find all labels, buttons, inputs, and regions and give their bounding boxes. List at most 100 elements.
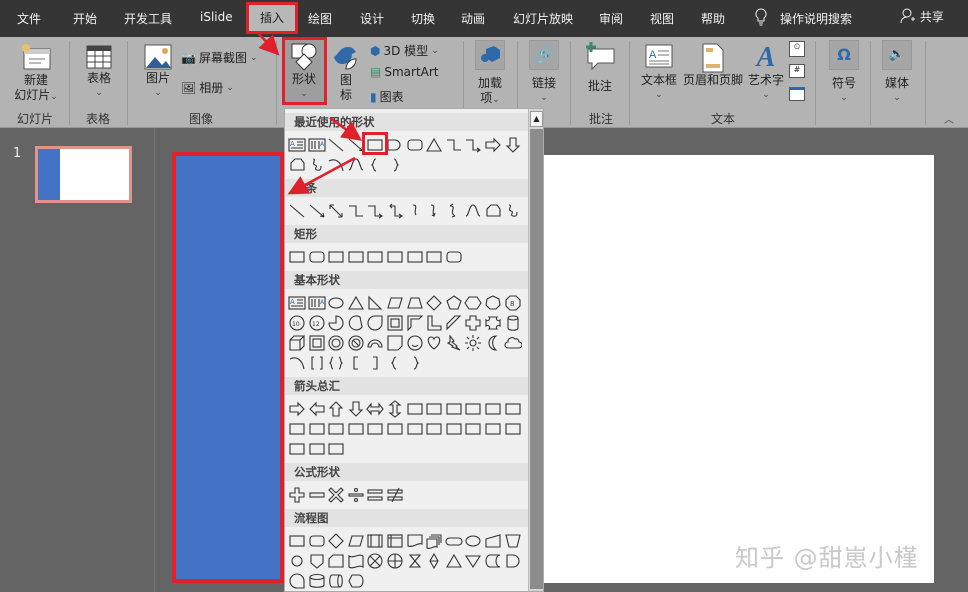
picture-button[interactable]: 图片 ⌄ — [140, 43, 176, 101]
slide-thumbnail[interactable] — [35, 146, 132, 203]
arrow-uturn-shape-icon[interactable] — [464, 400, 484, 420]
smiley-shape-icon[interactable] — [406, 334, 426, 354]
chord-shape-icon[interactable] — [347, 314, 367, 334]
dodecagon-shape-icon[interactable]: 12 — [308, 314, 328, 334]
bracket-pair-shape-icon[interactable] — [308, 354, 328, 374]
symbol-button[interactable]: Ω 符号 ⌄ — [827, 40, 861, 106]
no-symbol-shape-icon[interactable] — [347, 334, 367, 354]
bracket-r-shape-icon[interactable] — [366, 354, 386, 374]
slide-number-button[interactable]: # — [789, 64, 805, 78]
arrow-up-shape-icon[interactable] — [327, 400, 347, 420]
down-triangle-shape-icon[interactable] — [464, 552, 484, 572]
vtextbox-shape-icon[interactable]: A — [308, 294, 328, 314]
ellipse-shape-icon[interactable] — [464, 532, 484, 552]
pentagon-arrow-shape-icon[interactable] — [406, 420, 426, 440]
brace-pair-shape-icon[interactable] — [327, 354, 347, 374]
round-rect-shape-icon[interactable] — [308, 532, 328, 552]
round1-shape-icon[interactable] — [386, 248, 406, 268]
manual-input-shape-icon[interactable] — [484, 532, 504, 552]
link-button[interactable]: 🔗 链接 ⌄ — [527, 40, 561, 106]
equal-shape-icon[interactable] — [366, 486, 386, 506]
new-slide-button[interactable]: 新建 幻灯片⌄ — [8, 43, 64, 105]
arrow-curve-r-shape-icon[interactable] — [288, 420, 308, 440]
pie-shape-icon[interactable] — [327, 314, 347, 334]
double-arrow-shape-icon[interactable] — [327, 202, 347, 222]
tab-view[interactable]: 视图 — [650, 10, 674, 27]
seq-access-shape-icon[interactable] — [288, 572, 308, 591]
not-equal-shape-icon[interactable] — [386, 486, 406, 506]
diag-stripe-shape-icon[interactable] — [445, 314, 465, 334]
l-shape-shape-icon[interactable] — [425, 314, 445, 334]
tab-developer[interactable]: 开发工具 — [124, 10, 172, 27]
arrow-bentup-shape-icon[interactable] — [504, 400, 524, 420]
multidoc-shape-icon[interactable] — [425, 532, 445, 552]
ellipse-half-shape-icon[interactable] — [386, 136, 406, 156]
divide-shape-icon[interactable] — [347, 486, 367, 506]
tape-shape-icon[interactable] — [347, 552, 367, 572]
textbox-button[interactable]: A 文本框 ⌄ — [638, 43, 680, 103]
media-button[interactable]: 🔈 媒体 ⌄ — [880, 40, 914, 106]
round2-shape-icon[interactable] — [406, 248, 426, 268]
elbow-double-shape-icon[interactable] — [386, 202, 406, 222]
table-button[interactable]: 表格 ⌄ — [78, 43, 120, 101]
tab-islide[interactable]: iSlide — [200, 10, 233, 24]
arrow-curve-l-shape-icon[interactable] — [308, 420, 328, 440]
tab-insert[interactable]: 插入 — [246, 2, 298, 34]
elbow-arrow-shape-icon[interactable] — [464, 136, 484, 156]
arrow-down-shape-icon[interactable] — [347, 400, 367, 420]
bracket-l-shape-icon[interactable] — [347, 354, 367, 374]
diamond-shape-icon[interactable] — [425, 294, 445, 314]
comment-button[interactable]: 批注 — [582, 41, 618, 94]
parallelogram-shape-icon[interactable] — [347, 532, 367, 552]
sum-shape-icon[interactable] — [366, 552, 386, 572]
freeform-shape-icon[interactable] — [484, 202, 504, 222]
brace-r-shape-icon[interactable] — [406, 354, 426, 374]
line-shape-icon[interactable] — [327, 136, 347, 156]
rect-shape-icon[interactable] — [288, 532, 308, 552]
tab-help[interactable]: 帮助 — [701, 10, 725, 27]
rect-shape-icon[interactable] — [288, 248, 308, 268]
arrow-line-shape-icon[interactable] — [308, 202, 328, 222]
arrow-circular-shape-icon[interactable] — [327, 440, 347, 460]
arrow-lr-shape-icon[interactable] — [366, 400, 386, 420]
multiply-shape-icon[interactable] — [327, 486, 347, 506]
object-button[interactable] — [789, 87, 805, 101]
snip2-shape-icon[interactable] — [347, 248, 367, 268]
date-time-button[interactable]: ⏲ — [789, 41, 805, 57]
share-button[interactable]: 共享 — [900, 8, 944, 27]
arrow-curve-u-shape-icon[interactable] — [327, 420, 347, 440]
arrow-right-shape-icon[interactable] — [484, 136, 504, 156]
connector-shape-icon[interactable] — [288, 552, 308, 572]
tab-file[interactable]: 文件 — [17, 10, 41, 27]
callout-u-shape-icon[interactable] — [504, 420, 524, 440]
trapezoid-shape-icon[interactable] — [406, 294, 426, 314]
brace-r-shape-icon[interactable] — [386, 156, 406, 176]
delay-shape-icon[interactable] — [504, 552, 524, 572]
callout-quad-shape-icon[interactable] — [308, 440, 328, 460]
bevel-shape-icon[interactable] — [308, 334, 328, 354]
block-arc-shape-icon[interactable] — [366, 334, 386, 354]
display-shape-icon[interactable] — [347, 572, 367, 591]
direct-access-shape-icon[interactable] — [327, 572, 347, 591]
brace-l-shape-icon[interactable] — [386, 354, 406, 374]
heart-shape-icon[interactable] — [425, 334, 445, 354]
frame-shape-icon[interactable] — [386, 314, 406, 334]
scribble-shape-icon[interactable] — [308, 156, 328, 176]
elbow-shape-icon[interactable] — [445, 136, 465, 156]
donut-shape-icon[interactable] — [327, 334, 347, 354]
round3-shape-icon[interactable] — [425, 248, 445, 268]
document-shape-icon[interactable] — [406, 532, 426, 552]
triangle-shape-icon[interactable] — [445, 552, 465, 572]
tab-draw[interactable]: 绘图 — [308, 10, 332, 27]
cloud-shape-icon[interactable] — [504, 334, 524, 354]
arrow-down-shape-icon[interactable] — [504, 136, 524, 156]
arrow-left-shape-icon[interactable] — [308, 400, 328, 420]
offpage-shape-icon[interactable] — [308, 552, 328, 572]
tell-me-search[interactable]: 操作说明搜索 — [780, 10, 852, 27]
heptagon-shape-icon[interactable] — [484, 294, 504, 314]
arc-shape-icon[interactable] — [288, 354, 308, 374]
arrow-bent-shape-icon[interactable] — [445, 400, 465, 420]
folded-shape-icon[interactable] — [386, 334, 406, 354]
arrow-notched-shape-icon[interactable] — [386, 420, 406, 440]
arrow-curve-d-shape-icon[interactable] — [347, 420, 367, 440]
